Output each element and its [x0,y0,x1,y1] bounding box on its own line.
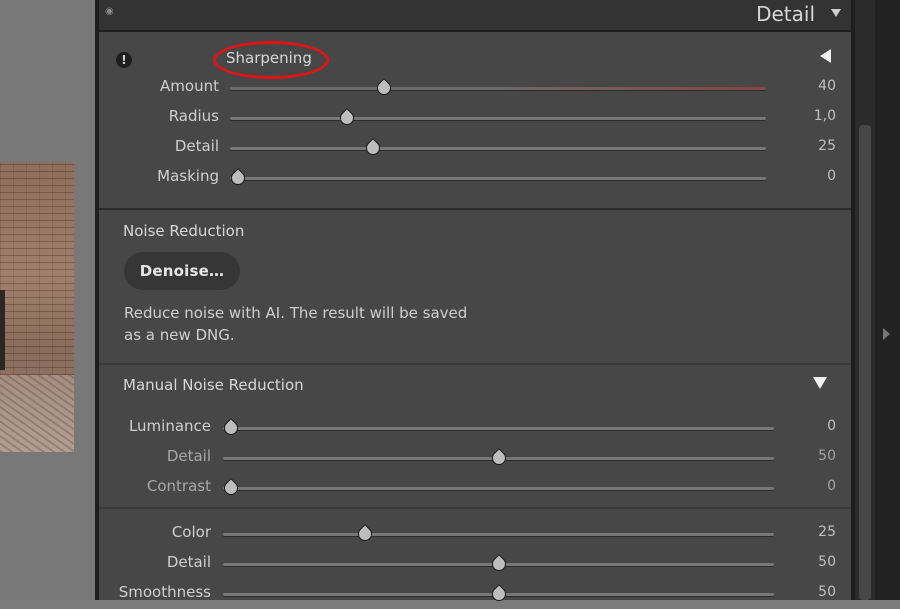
slider-track[interactable] [230,87,766,90]
slider-track[interactable] [223,427,774,430]
slider-track[interactable] [230,177,766,180]
denoise-description-line-1: Reduce noise with AI. The result will be… [124,304,468,322]
slider-row-radius: Radius 1,0 [99,103,851,133]
sharpening-toggle-icon[interactable] [820,49,831,63]
slider-value[interactable]: 0 [804,168,836,184]
expand-right-icon[interactable] [883,328,890,340]
slider-label: Radius [168,107,219,125]
slider-label: Smoothness [118,583,211,601]
detail-panel-header[interactable]: ◉ Detail [99,0,851,32]
slider-row-masking: Masking 0 [99,163,851,193]
slider-track[interactable] [223,533,774,536]
slider-label: Masking [157,167,219,185]
slider-thumb[interactable] [492,449,506,465]
slider-thumb[interactable] [340,109,354,125]
noise-reduction-title: Noise Reduction [123,222,245,240]
slider-row-amount: Amount 40 [99,73,851,103]
slider-row-luminance: Luminance 0 [99,413,851,443]
slider-label: Detail [166,553,211,571]
slider-value[interactable]: 40 [804,78,836,94]
slider-value[interactable]: 1,0 [804,108,836,124]
manual-noise-reduction-section: Manual Noise Reduction Luminance 0 Detail 5… [99,365,851,509]
slider-value[interactable]: 50 [804,448,836,464]
slider-row-contrast: Contrast 0 [99,473,851,503]
collapse-triangle-icon[interactable] [831,9,841,17]
detail-panel: ◉ Detail ! Sharpening Amount 40 Radius 1,0 D… [95,0,855,601]
slider-value[interactable]: 0 [804,478,836,494]
sharpening-section: ! Sharpening Amount 40 Radius 1,0 Detail 25 Ma… [99,32,851,210]
slider-row-color: Color 25 [99,519,851,549]
slider-thumb[interactable] [492,555,506,571]
warning-icon[interactable]: ! [116,52,132,68]
slider-row-detail: Detail 50 [99,443,851,473]
slider-label: Detail [166,447,211,465]
slider-label: Luminance [128,417,211,435]
slider-track[interactable] [223,487,774,490]
slider-thumb[interactable] [377,79,391,95]
color-noise-section: Color 25 Detail 50 Smoothness 50 [99,509,851,601]
slider-row-detail: Detail 50 [99,549,851,579]
slider-thumb[interactable] [231,169,245,185]
manual-noise-toggle-icon[interactable] [813,377,827,389]
slider-thumb[interactable] [366,139,380,155]
denoise-description: Reduce noise with AI. The result will be… [124,302,484,346]
slider-value[interactable]: 50 [804,584,836,600]
slider-row-smoothness: Smoothness 50 [99,579,851,609]
slider-label: Contrast [146,477,211,495]
photo-ground [0,375,74,452]
slider-value[interactable]: 25 [804,138,836,154]
slider-label: Detail [174,137,219,155]
right-panel-strip [875,0,900,600]
panel-scrollbar-thumb[interactable] [859,125,871,600]
slider-thumb[interactable] [492,585,506,601]
sharpening-title: Sharpening [226,49,312,67]
slider-thumb[interactable] [358,525,372,541]
slider-thumb[interactable] [224,419,238,435]
slider-track[interactable] [230,147,766,150]
slider-thumb[interactable] [224,479,238,495]
slider-track[interactable] [230,117,766,120]
slider-value[interactable]: 50 [804,554,836,570]
manual-noise-reduction-title: Manual Noise Reduction [123,376,304,394]
panel-title: Detail [756,2,815,26]
visibility-eye-icon[interactable]: ◉ [105,6,114,17]
slider-value[interactable]: 25 [804,524,836,540]
slider-label: Color [171,523,211,541]
slider-row-detail: Detail 25 [99,133,851,163]
noise-reduction-section: Noise Reduction Denoise… Reduce noise wi… [99,210,851,365]
photo-shadow [0,290,5,370]
slider-label: Amount [160,77,219,95]
slider-value[interactable]: 0 [804,418,836,434]
denoise-description-line-2: as a new DNG. [124,326,235,344]
denoise-button[interactable]: Denoise… [124,252,240,290]
